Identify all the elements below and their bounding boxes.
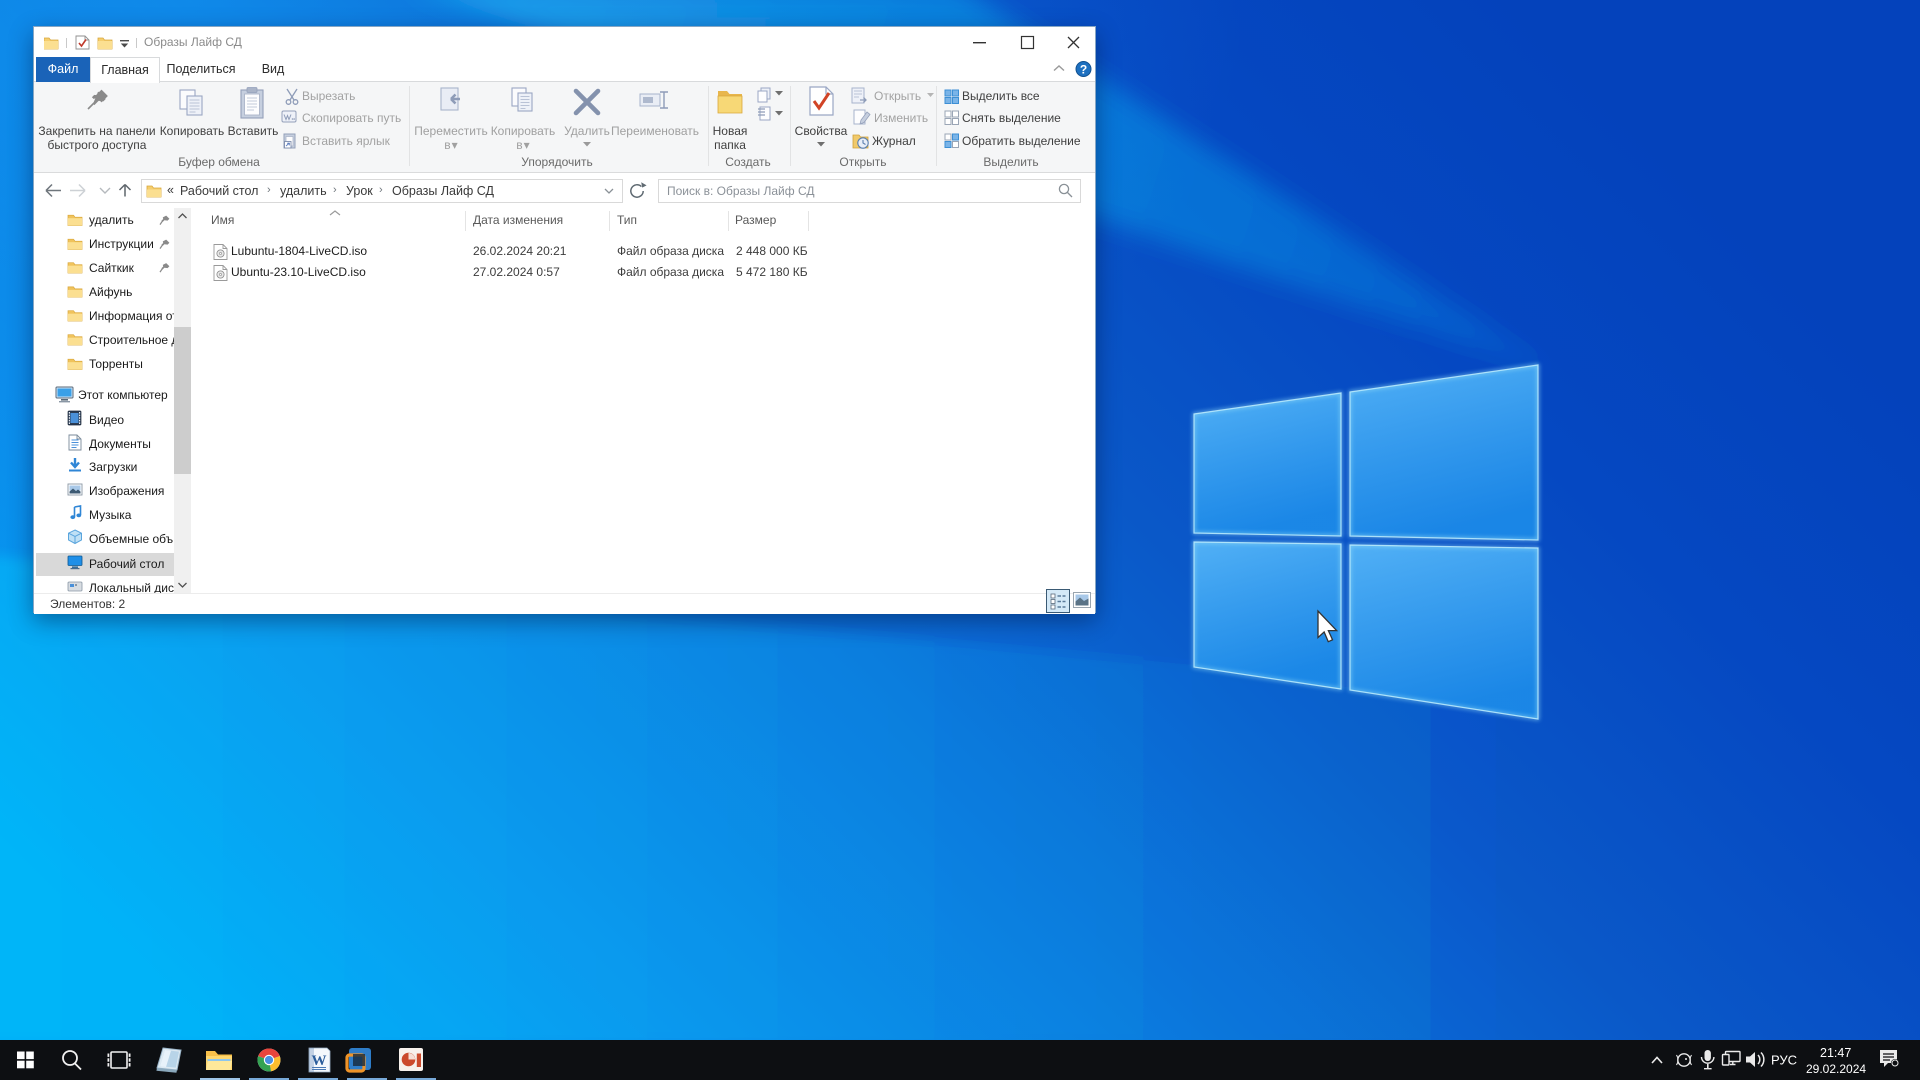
svg-text:РУС: РУС [1771, 1053, 1797, 1068]
svg-text:W: W [312, 1053, 327, 1069]
svg-text:?: ? [1080, 63, 1087, 77]
svg-text:21:47: 21:47 [1820, 1046, 1851, 1060]
svg-text:29.02.2024: 29.02.2024 [1806, 1062, 1866, 1076]
